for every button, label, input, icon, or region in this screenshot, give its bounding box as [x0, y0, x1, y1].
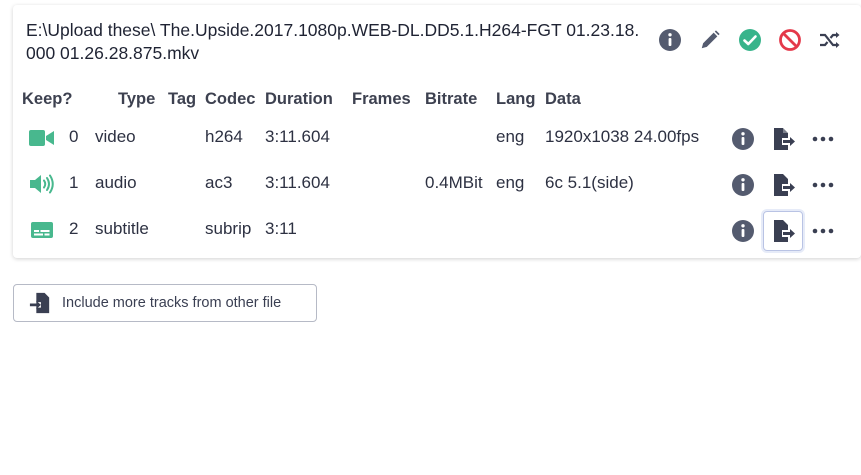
track-codec: h264 — [205, 127, 243, 146]
file-actions — [657, 27, 843, 53]
track-data: 6c 5.1(side) — [545, 173, 634, 192]
track-info-icon[interactable] — [726, 122, 760, 156]
block-icon[interactable] — [777, 27, 803, 53]
more-options-icon[interactable] — [806, 214, 840, 248]
track-duration: 3:11.604 — [265, 173, 330, 192]
file-title: E:\Upload these\ The.Upside.2017.1080p.W… — [26, 20, 640, 63]
track-type: video — [95, 127, 136, 146]
file-card: E:\Upload these\ The.Upside.2017.1080p.W… — [13, 5, 861, 258]
export-file-icon[interactable] — [766, 122, 800, 156]
import-file-icon — [28, 291, 52, 315]
column-data[interactable]: Data — [545, 90, 581, 109]
column-lang[interactable]: Lang — [496, 90, 535, 109]
column-keep[interactable]: Keep? — [22, 90, 72, 109]
speaker-icon[interactable] — [29, 173, 55, 195]
track-info-icon[interactable] — [726, 214, 760, 248]
track-table-header: Keep? Type Tag Codec Duration Frames Bit… — [22, 90, 842, 112]
track-duration: 3:11.604 — [265, 127, 330, 146]
column-duration[interactable]: Duration — [265, 90, 333, 109]
track-row: 1 audio ac3 3:11.604 0.4MBit eng 6c 5.1(… — [13, 163, 861, 203]
video-camera-icon[interactable] — [29, 127, 55, 149]
track-type: subtitle — [95, 219, 149, 238]
track-row: 0 video h264 3:11.604 eng 1920x1038 24.0… — [13, 117, 861, 157]
shuffle-icon[interactable] — [817, 27, 843, 53]
more-options-icon[interactable] — [806, 122, 840, 156]
track-lang: eng — [496, 173, 525, 192]
pencil-icon[interactable] — [697, 27, 723, 53]
track-codec: subrip — [205, 219, 252, 238]
include-more-tracks-button[interactable]: Include more tracks from other file — [13, 284, 317, 322]
column-tag[interactable]: Tag — [168, 90, 196, 109]
check-circle-icon[interactable] — [737, 27, 763, 53]
export-file-icon[interactable] — [763, 211, 803, 251]
column-bitrate[interactable]: Bitrate — [425, 90, 477, 109]
info-icon[interactable] — [657, 27, 683, 53]
column-frames[interactable]: Frames — [352, 90, 411, 109]
more-options-icon[interactable] — [806, 168, 840, 202]
include-more-tracks-label: Include more tracks from other file — [62, 295, 282, 311]
track-index: 1 — [69, 173, 79, 192]
track-duration: 3:11 — [265, 219, 297, 238]
track-type: audio — [95, 173, 137, 192]
column-type[interactable]: Type — [118, 90, 155, 109]
track-lang: eng — [496, 127, 525, 146]
subtitles-icon[interactable] — [29, 219, 55, 241]
track-info-icon[interactable] — [726, 168, 760, 202]
track-index: 0 — [69, 127, 79, 146]
track-bitrate: 0.4MBit — [425, 173, 483, 192]
export-file-icon[interactable] — [766, 168, 800, 202]
column-codec[interactable]: Codec — [205, 90, 255, 109]
track-data: 1920x1038 24.00fps — [545, 127, 700, 146]
track-codec: ac3 — [205, 173, 233, 192]
track-row: 2 subtitle subrip 3:11 — [13, 209, 861, 251]
track-index: 2 — [69, 219, 79, 238]
